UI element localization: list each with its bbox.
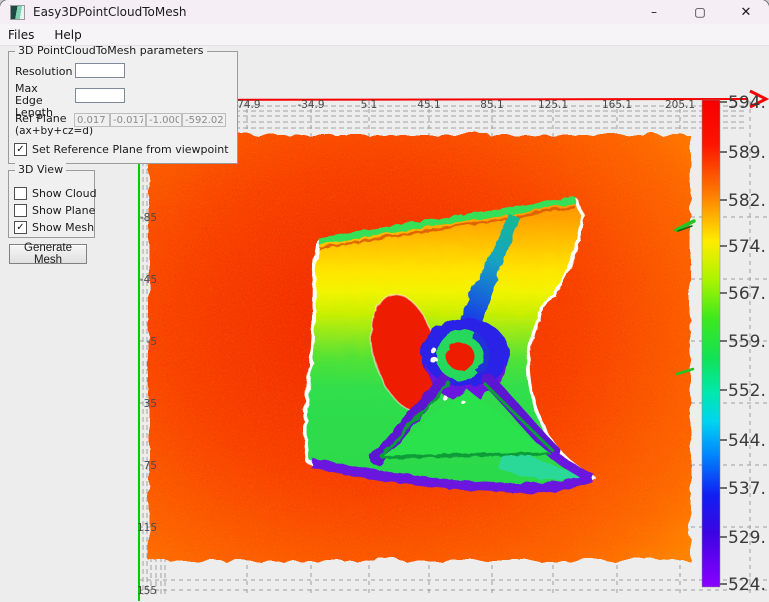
max-edge-input[interactable] xyxy=(75,88,125,103)
svg-text:544.: 544. xyxy=(728,431,766,451)
app-window: 594. 589. 582. 574. 567. 559. 552. 544. … xyxy=(0,0,769,602)
title-bar[interactable]: Easy3DPointCloudToMesh – ▢ ✕ xyxy=(0,0,769,24)
ref-plane-c-field xyxy=(146,113,182,127)
svg-text:-85: -85 xyxy=(140,212,157,224)
resolution-input[interactable] xyxy=(75,63,125,78)
menu-files[interactable]: Files xyxy=(0,24,44,45)
checkbox-mark xyxy=(14,204,27,217)
center-hole-core xyxy=(445,341,473,369)
view-panel: 3D View Show Cloud Show Plane ✓ Show Mes… xyxy=(8,163,97,238)
generate-mesh-button[interactable]: Generate Mesh xyxy=(9,242,87,266)
svg-text:589.: 589. xyxy=(728,143,766,163)
svg-text:35: 35 xyxy=(144,398,157,410)
resolution-label: Resolution xyxy=(15,65,73,78)
checkbox-mark: ✓ xyxy=(14,143,27,156)
ref-plane-b-field xyxy=(110,113,146,127)
window-title: Easy3DPointCloudToMesh xyxy=(33,5,187,19)
svg-text:552.: 552. xyxy=(728,381,766,401)
svg-text:75: 75 xyxy=(144,460,157,472)
close-button[interactable]: ✕ xyxy=(723,0,769,24)
svg-text:45.1: 45.1 xyxy=(417,99,440,111)
svg-text:125.1: 125.1 xyxy=(538,99,568,111)
params-panel: 3D PointCloudToMesh parameters Resolutio… xyxy=(8,44,238,164)
svg-text:574.: 574. xyxy=(728,237,766,257)
svg-text:115: 115 xyxy=(137,522,157,534)
checkbox-mark xyxy=(14,187,27,200)
show-cloud-checkbox[interactable]: Show Cloud xyxy=(14,187,97,200)
view-panel-title: 3D View xyxy=(15,163,67,176)
svg-text:537.: 537. xyxy=(728,479,766,499)
svg-text:5.1: 5.1 xyxy=(361,99,378,111)
ref-plane-viewpoint-checkbox[interactable]: ✓ Set Reference Plane from viewpoint xyxy=(14,143,229,156)
svg-text:594.: 594. xyxy=(728,93,766,113)
ref-plane-a-field xyxy=(74,113,110,127)
svg-text:205.1: 205.1 xyxy=(665,99,695,111)
svg-text:85.1: 85.1 xyxy=(480,99,503,111)
svg-text:155: 155 xyxy=(137,585,157,597)
show-mesh-checkbox[interactable]: ✓ Show Mesh xyxy=(14,221,94,234)
window-controls: – ▢ ✕ xyxy=(631,0,769,24)
checkbox-mark: ✓ xyxy=(14,221,27,234)
menu-bar: Files Help xyxy=(0,24,769,46)
svg-text:529.: 529. xyxy=(728,528,766,548)
svg-text:524.: 524. xyxy=(728,575,766,595)
svg-text:559.: 559. xyxy=(728,332,766,352)
svg-text:-34.9: -34.9 xyxy=(297,99,324,111)
svg-text:567.: 567. xyxy=(728,284,766,304)
ref-plane-d-field xyxy=(182,113,226,127)
maximize-button[interactable]: ▢ xyxy=(677,0,723,24)
show-plane-checkbox[interactable]: Show Plane xyxy=(14,204,95,217)
svg-text:582.: 582. xyxy=(728,191,766,211)
svg-text:-5: -5 xyxy=(147,336,157,348)
menu-help[interactable]: Help xyxy=(44,24,91,45)
svg-text:165.1: 165.1 xyxy=(602,99,632,111)
minimize-button[interactable]: – xyxy=(631,0,677,24)
app-icon xyxy=(10,4,25,20)
svg-text:-45: -45 xyxy=(140,274,157,286)
ref-plane-label: Ref Plane xyxy=(15,112,67,125)
